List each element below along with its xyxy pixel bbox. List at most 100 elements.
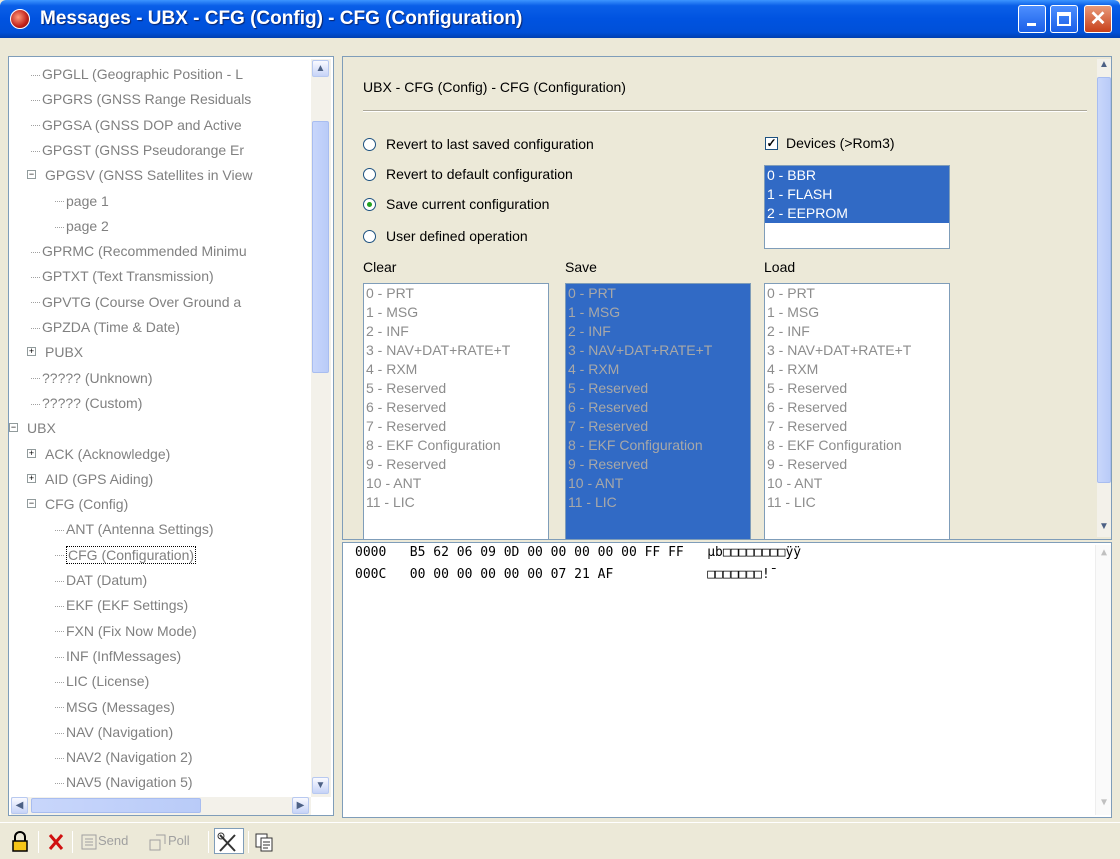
section-item[interactable]: 1 - MSG bbox=[364, 303, 548, 322]
section-item[interactable]: 3 - NAV+DAT+RATE+T bbox=[566, 341, 750, 360]
section-item[interactable]: 0 - PRT bbox=[765, 284, 949, 303]
section-item[interactable]: 8 - EKF Configuration bbox=[765, 436, 949, 455]
message-tree[interactable]: GPGLL (Geographic Position - L GPGRS (GNS… bbox=[8, 56, 334, 816]
collapse-icon[interactable]: − bbox=[27, 499, 36, 509]
section-item[interactable]: 2 - INF bbox=[765, 322, 949, 341]
radio-icon[interactable] bbox=[363, 229, 376, 243]
load-list[interactable]: 0 - PRT 1 - MSG 2 - INF 3 - NAV+DAT+RATE+T 4… bbox=[764, 283, 950, 539]
tree-node[interactable]: − GPGSV (GNSS Satellites in View bbox=[27, 164, 252, 186]
section-item[interactable]: 6 - Reserved bbox=[364, 398, 548, 417]
tree-node[interactable]: CFG (Configuration) bbox=[55, 544, 197, 566]
tree-node[interactable]: GPZDA (Time & Date) bbox=[31, 316, 180, 338]
section-item[interactable]: 4 - RXM bbox=[765, 360, 949, 379]
scroll-up-icon[interactable]: ▲ bbox=[312, 60, 329, 77]
tree-node[interactable]: NAV5 (Navigation 5) bbox=[55, 771, 193, 793]
section-item[interactable]: 0 - PRT bbox=[566, 284, 750, 303]
section-item[interactable]: 0 - PRT bbox=[364, 284, 548, 303]
section-item[interactable]: 9 - Reserved bbox=[566, 455, 750, 474]
section-item[interactable]: 5 - Reserved bbox=[765, 379, 949, 398]
tree-node[interactable]: DAT (Datum) bbox=[55, 569, 147, 591]
section-item[interactable]: 11 - LIC bbox=[364, 493, 548, 512]
tree-node[interactable]: ANT (Antenna Settings) bbox=[55, 518, 214, 540]
section-item[interactable]: 2 - INF bbox=[566, 322, 750, 341]
collapse-icon[interactable]: − bbox=[9, 423, 18, 433]
device-item[interactable]: 1 - FLASH bbox=[765, 185, 949, 204]
tree-node[interactable]: − CFG (Config) bbox=[27, 493, 128, 515]
radio-checked-icon[interactable] bbox=[363, 197, 376, 211]
section-item[interactable]: 7 - Reserved bbox=[566, 417, 750, 436]
tree-node[interactable]: GPTXT (Text Transmission) bbox=[31, 265, 214, 287]
hex-dump-pane[interactable]: 0000 B5 62 06 09 0D 00 00 00 00 00 FF FF… bbox=[342, 542, 1112, 818]
scroll-down-icon[interactable]: ▼ bbox=[312, 777, 329, 794]
tree-node[interactable]: GPGST (GNSS Pseudorange Er bbox=[31, 139, 244, 161]
tree-node[interactable]: page 1 bbox=[55, 190, 109, 212]
scroll-right-icon[interactable]: ▶ bbox=[292, 797, 309, 814]
section-item[interactable]: 3 - NAV+DAT+RATE+T bbox=[364, 341, 548, 360]
section-item[interactable]: 3 - NAV+DAT+RATE+T bbox=[765, 341, 949, 360]
radio-icon[interactable] bbox=[363, 167, 376, 181]
device-item[interactable]: 2 - EEPROM bbox=[765, 204, 949, 223]
scroll-down-icon[interactable]: ▼ bbox=[1096, 797, 1111, 808]
tree-node[interactable]: MSG (Messages) bbox=[55, 696, 175, 718]
hex-vertical-scrollbar[interactable]: ▲ ▼ bbox=[1095, 545, 1111, 815]
expand-icon[interactable]: + bbox=[27, 347, 36, 357]
section-item[interactable]: 7 - Reserved bbox=[765, 417, 949, 436]
section-item[interactable]: 4 - RXM bbox=[566, 360, 750, 379]
scroll-down-icon[interactable]: ▼ bbox=[1097, 521, 1111, 537]
tree-node[interactable]: INF (InfMessages) bbox=[55, 645, 181, 667]
tree-vertical-scrollbar[interactable]: ▲ ▼ bbox=[311, 59, 331, 797]
close-button[interactable]: ✕ bbox=[1084, 5, 1112, 33]
tree-node[interactable]: NAV (Navigation) bbox=[55, 721, 173, 743]
section-item[interactable]: 2 - INF bbox=[364, 322, 548, 341]
tree-node[interactable]: GPGLL (Geographic Position - L bbox=[31, 63, 243, 85]
tree-node[interactable]: NAV2 (Navigation 2) bbox=[55, 746, 193, 768]
poll-button[interactable]: Poll bbox=[148, 828, 190, 854]
config-vertical-scrollbar[interactable]: ▲ ▼ bbox=[1097, 59, 1111, 537]
tree-node[interactable]: GPRMC (Recommended Minimu bbox=[31, 240, 247, 262]
title-bar[interactable]: Messages - UBX - CFG (Config) - CFG (Con… bbox=[0, 0, 1120, 38]
minimize-button[interactable] bbox=[1018, 5, 1046, 33]
section-item[interactable]: 1 - MSG bbox=[765, 303, 949, 322]
section-item[interactable]: 8 - EKF Configuration bbox=[364, 436, 548, 455]
tree-node[interactable]: page 2 bbox=[55, 215, 109, 237]
tree-node[interactable]: + PUBX bbox=[27, 341, 83, 363]
section-item[interactable]: 10 - ANT bbox=[566, 474, 750, 493]
section-item[interactable]: 1 - MSG bbox=[566, 303, 750, 322]
collapse-icon[interactable]: − bbox=[27, 170, 36, 180]
tree-node[interactable]: GPGSA (GNSS DOP and Active bbox=[31, 114, 242, 136]
section-item[interactable]: 5 - Reserved bbox=[364, 379, 548, 398]
section-item[interactable]: 5 - Reserved bbox=[566, 379, 750, 398]
delete-button[interactable] bbox=[46, 828, 66, 854]
scroll-up-icon[interactable]: ▲ bbox=[1097, 59, 1111, 75]
radio-save-current[interactable]: Save current configuration bbox=[363, 193, 549, 215]
tree-node[interactable]: + AID (GPS Aiding) bbox=[27, 468, 153, 490]
expand-icon[interactable]: + bbox=[27, 448, 36, 458]
tree-node[interactable]: FXN (Fix Now Mode) bbox=[55, 620, 197, 642]
section-item[interactable]: 11 - LIC bbox=[566, 493, 750, 512]
tree-node[interactable]: ????? (Unknown) bbox=[31, 367, 153, 389]
section-item[interactable]: 9 - Reserved bbox=[765, 455, 949, 474]
tree-node[interactable]: − UBX bbox=[9, 417, 56, 439]
section-item[interactable]: 6 - Reserved bbox=[566, 398, 750, 417]
tree-node[interactable]: + ACK (Acknowledge) bbox=[27, 443, 170, 465]
save-list[interactable]: 0 - PRT 1 - MSG 2 - INF 3 - NAV+DAT+RATE+T 4… bbox=[565, 283, 751, 539]
devices-checkbox[interactable]: ✓ Devices (>Rom3) bbox=[765, 135, 895, 151]
tree-node[interactable]: GPVTG (Course Over Ground a bbox=[31, 291, 241, 313]
radio-revert-default[interactable]: Revert to default configuration bbox=[363, 163, 573, 185]
section-item[interactable]: 8 - EKF Configuration bbox=[566, 436, 750, 455]
radio-revert-saved[interactable]: Revert to last saved configuration bbox=[363, 133, 594, 155]
scroll-left-icon[interactable]: ◀ bbox=[11, 797, 28, 814]
radio-user-defined[interactable]: User defined operation bbox=[363, 225, 528, 247]
lock-button[interactable] bbox=[10, 828, 30, 854]
scroll-up-icon[interactable]: ▲ bbox=[1096, 547, 1111, 558]
section-item[interactable]: 10 - ANT bbox=[765, 474, 949, 493]
checkmark-icon[interactable]: ✓ bbox=[765, 136, 778, 150]
expand-icon[interactable]: + bbox=[27, 473, 36, 483]
tree-node[interactable]: EKF (EKF Settings) bbox=[55, 594, 188, 616]
tree-scroll-thumb[interactable] bbox=[312, 121, 329, 373]
section-item[interactable]: 7 - Reserved bbox=[364, 417, 548, 436]
section-item[interactable]: 9 - Reserved bbox=[364, 455, 548, 474]
tree-hscroll-thumb[interactable] bbox=[31, 798, 201, 813]
devices-list[interactable]: 0 - BBR 1 - FLASH 2 - EEPROM bbox=[764, 165, 950, 249]
section-item[interactable]: 4 - RXM bbox=[364, 360, 548, 379]
